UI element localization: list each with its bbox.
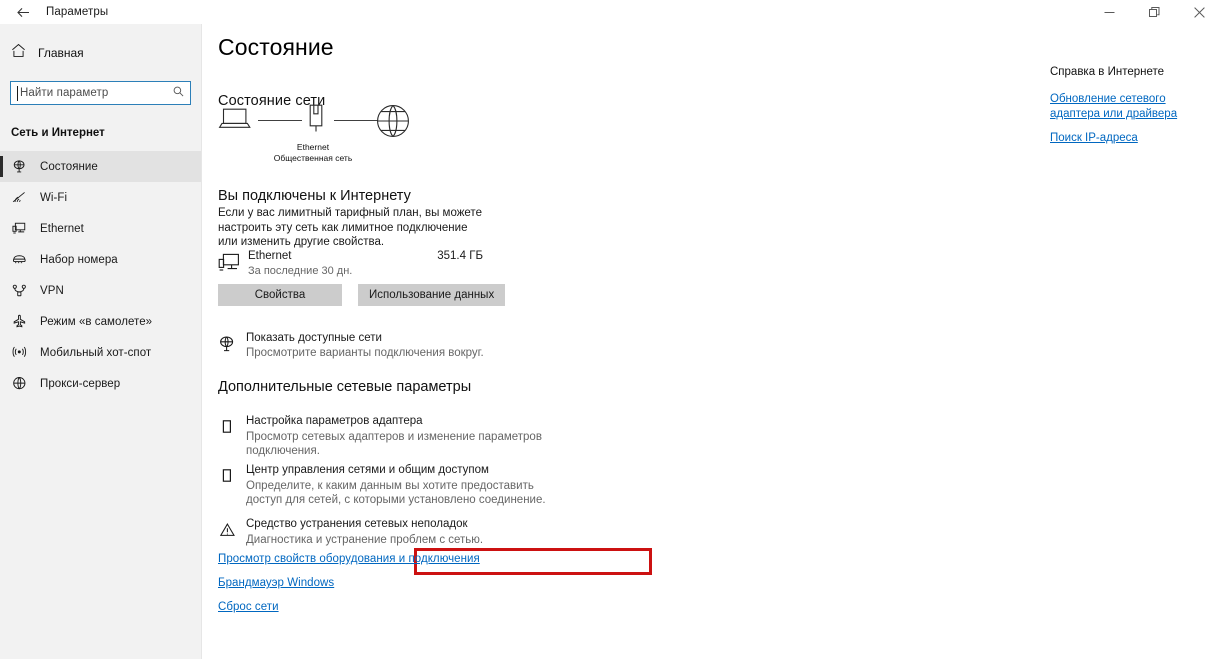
diagram-caption-line2: Общественная сеть [273, 153, 353, 163]
restore-icon [1149, 6, 1160, 18]
show-available-networks-subtitle: Просмотрите варианты подключения вокруг. [246, 347, 484, 359]
show-available-networks-title: Показать доступные сети [246, 332, 382, 344]
search-container: Найти параметр [0, 68, 201, 105]
connected-title: Вы подключены к Интернету [218, 188, 411, 204]
network-adapter-icon [306, 104, 326, 139]
sidebar-item-label: Мобильный хот-спот [40, 346, 152, 359]
sidebar-item-label: Прокси-сервер [40, 377, 121, 390]
minimize-icon [1104, 7, 1115, 18]
network-diagram: Ethernet Общественная сеть [218, 102, 410, 164]
advanced-settings-heading: Дополнительные сетевые параметры [218, 379, 472, 395]
sidebar: Главная Найти параметр Сеть и Интернет С… [0, 24, 202, 659]
diagram-caption: Ethernet Общественная сеть [218, 142, 408, 164]
link-windows-firewall[interactable]: Брандмауэр Windows [218, 577, 334, 589]
sidebar-item-home-label: Главная [38, 46, 84, 60]
settings-window: Параметры Главная Найти параметр Сеть и … [0, 0, 1222, 659]
hotspot-icon [11, 345, 27, 361]
globe-icon [376, 104, 410, 143]
search-placeholder: Найти параметр [20, 87, 109, 99]
ethernet-icon [11, 221, 27, 237]
sidebar-item-dialup[interactable]: Набор номера [0, 244, 201, 275]
usage-period: За последние 30 дн. [248, 265, 353, 277]
properties-button[interactable]: Свойства [218, 284, 342, 306]
globe-status-icon [218, 335, 236, 358]
page-title: Состояние [218, 34, 334, 60]
diagram-link-right [334, 120, 378, 121]
help-panel-title: Справка в Интернете [1050, 66, 1165, 78]
close-icon [1194, 6, 1205, 18]
help-link-update-adapter-driver[interactable]: Обновление сетевого адаптера или драйвер… [1050, 92, 1210, 121]
wifi-icon [11, 190, 27, 206]
advanced-item-subtitle: Просмотр сетевых адаптеров и изменение п… [246, 431, 542, 457]
troubleshoot-warning-icon [219, 522, 236, 543]
ethernet-monitor-icon [218, 252, 240, 279]
restore-button[interactable] [1132, 0, 1177, 24]
sidebar-item-wifi[interactable]: Wi-Fi [0, 182, 201, 213]
usage-network-name: Ethernet [248, 250, 292, 262]
link-network-reset[interactable]: Сброс сети [218, 601, 279, 613]
arrow-left-icon [16, 7, 30, 18]
home-icon [11, 43, 26, 63]
sidebar-item-label: Состояние [40, 160, 98, 173]
sidebar-item-label: Wi-Fi [40, 191, 68, 204]
laptop-icon [218, 106, 252, 137]
globe-status-icon [11, 159, 27, 175]
sidebar-item-proxy[interactable]: Прокси-сервер [0, 368, 201, 399]
diagram-link-left [258, 120, 302, 121]
sidebar-item-home[interactable]: Главная [0, 38, 201, 68]
proxy-globe-icon [11, 376, 27, 392]
advanced-item-title: Средство устранения сетевых неполадок [246, 518, 468, 530]
minimize-button[interactable] [1087, 0, 1132, 24]
sidebar-item-airplane-mode[interactable]: Режим «в самолете» [0, 306, 201, 337]
sidebar-item-status[interactable]: Состояние [0, 151, 201, 182]
sidebar-item-label: Набор номера [40, 253, 118, 266]
search-input[interactable]: Найти параметр [10, 81, 191, 105]
airplane-icon [11, 314, 27, 330]
advanced-item-title: Центр управления сетями и общим доступом [246, 464, 489, 476]
title-bar: Параметры [0, 0, 1222, 24]
data-usage-row[interactable]: Ethernet За последние 30 дн. 351.4 ГБ [218, 250, 483, 280]
link-hardware-connection-properties[interactable]: Просмотр свойств оборудования и подключе… [218, 553, 480, 565]
connected-description: Если у вас лимитный тарифный план, вы мо… [218, 207, 482, 248]
data-usage-button[interactable]: Использование данных [358, 284, 506, 306]
sidebar-item-ethernet[interactable]: Ethernet [0, 213, 201, 244]
diagram-caption-line1: Ethernet [296, 142, 330, 152]
sidebar-item-mobile-hotspot[interactable]: Мобильный хот-спот [0, 337, 201, 368]
help-panel: Справка в Интернете Обновление сетевого … [1050, 66, 1210, 146]
show-available-networks-row[interactable]: Показать доступные сети Просмотрите вари… [218, 332, 548, 362]
back-button[interactable] [0, 0, 46, 24]
sidebar-nav: Состояние Wi-Fi Ethernet Набор номера VP… [0, 151, 201, 399]
sidebar-item-label: VPN [40, 284, 64, 297]
sidebar-item-label: Режим «в самолете» [40, 315, 153, 328]
adapter-options-icon [219, 419, 235, 440]
advanced-item-subtitle: Диагностика и устранение проблем с сетью… [246, 534, 484, 546]
help-link-find-ip-address[interactable]: Поиск IP-адреса [1050, 131, 1210, 146]
advanced-item-title: Настройка параметров адаптера [246, 415, 423, 427]
sidebar-item-label: Ethernet [40, 222, 84, 235]
dialup-modem-icon [11, 252, 27, 268]
text-caret [17, 86, 18, 101]
close-button[interactable] [1177, 0, 1222, 24]
advanced-item-subtitle: Определите, к каким данным вы хотите пре… [246, 480, 546, 506]
sidebar-section-header: Сеть и Интернет [11, 127, 105, 139]
search-icon[interactable] [173, 84, 184, 102]
sharing-center-icon [219, 468, 235, 489]
usage-amount: 351.4 ГБ [437, 250, 483, 262]
action-button-row: Свойства Использование данных [218, 284, 506, 306]
window-title: Параметры [46, 6, 109, 18]
sidebar-item-vpn[interactable]: VPN [0, 275, 201, 306]
main-content: Состояние Состояние сети Ethernet Общест… [202, 24, 1222, 659]
vpn-icon [11, 283, 27, 299]
